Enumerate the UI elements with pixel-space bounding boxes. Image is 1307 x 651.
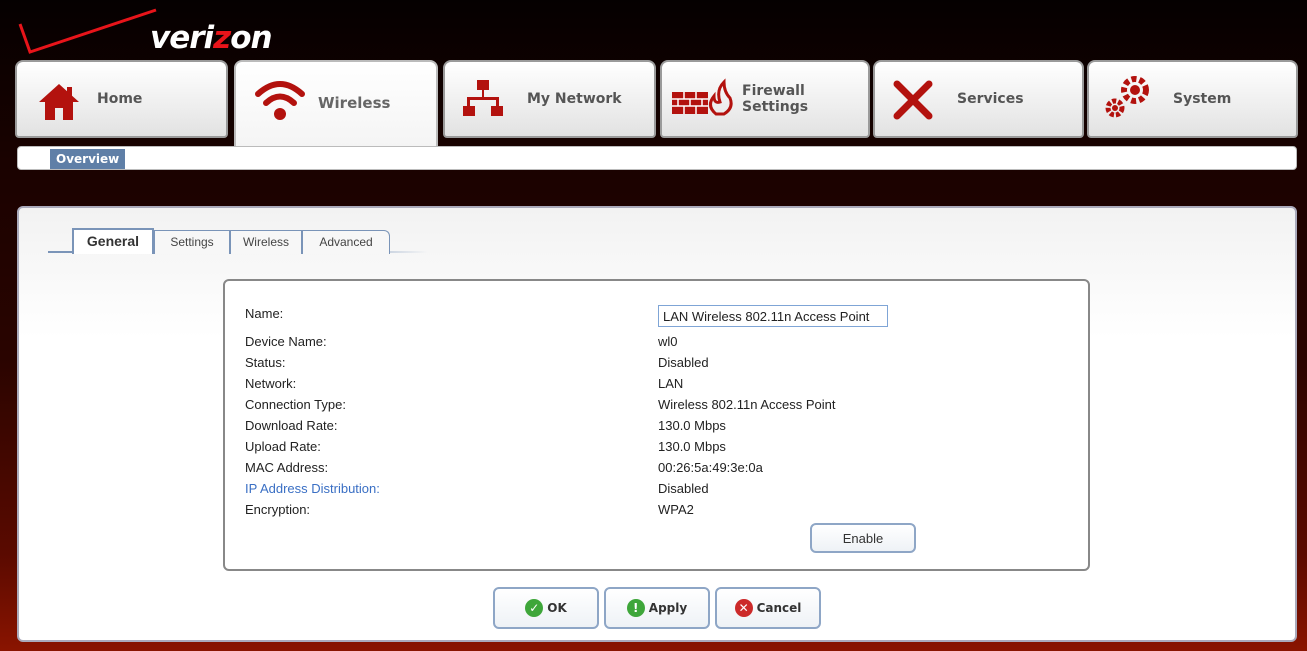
verizon-logo: verizon <box>18 8 278 58</box>
connection-type-value: Wireless 802.11n Access Point <box>658 397 836 412</box>
tab-services[interactable]: Services <box>873 60 1084 138</box>
device-name-value: wl0 <box>658 334 678 349</box>
status-value: Disabled <box>658 355 709 370</box>
device-info-box <box>223 279 1090 571</box>
subtab-wireless[interactable]: Wireless <box>230 230 302 254</box>
tools-icon <box>893 80 933 120</box>
tab-home-label: Home <box>97 91 143 107</box>
tab-system[interactable]: System <box>1087 60 1298 138</box>
name-label: Name: <box>245 306 284 321</box>
upload-rate-value: 130.0 Mbps <box>658 439 726 454</box>
status-label: Status: <box>245 355 286 370</box>
subtab-settings[interactable]: Settings <box>154 230 230 254</box>
encryption-label: Encryption: <box>245 502 311 517</box>
subtab-advanced[interactable]: Advanced <box>302 230 390 254</box>
apply-button[interactable]: ! Apply <box>604 587 710 629</box>
logo-text: verizon <box>150 20 273 56</box>
gears-icon <box>1105 76 1149 118</box>
network-label: Network: <box>245 376 297 391</box>
firewall-icon <box>672 78 733 116</box>
home-icon <box>39 84 79 120</box>
tab-system-label: System <box>1173 91 1232 107</box>
subtab-general[interactable]: General <box>72 228 154 254</box>
mac-address-value: 00:26:5a:49:3e:0a <box>658 460 763 475</box>
network-value: LAN <box>658 376 684 391</box>
tab-firewall-label: Firewall Settings <box>742 83 809 115</box>
download-rate-label: Download Rate: <box>245 418 338 433</box>
upload-rate-label: Upload Rate: <box>245 439 321 454</box>
tab-firewall-settings[interactable]: Firewall Settings <box>660 60 870 138</box>
network-icon <box>463 80 503 116</box>
mac-address-label: MAC Address: <box>245 460 329 475</box>
tab-wireless-label: Wireless <box>318 94 391 112</box>
tab-services-label: Services <box>957 91 1024 107</box>
apply-button-label: Apply <box>648 601 688 615</box>
ok-button-label: OK <box>547 601 567 615</box>
enable-button-label: Enable <box>842 530 884 546</box>
cancel-button[interactable]: ✕ Cancel <box>715 587 821 629</box>
check-icon: ✓ <box>525 599 544 617</box>
ip-address-distribution-link[interactable]: IP Address Distribution: <box>245 481 380 496</box>
subnav-bar: Overview <box>17 146 1297 170</box>
tab-my-network[interactable]: My Network <box>443 60 656 138</box>
cancel-icon: ✕ <box>734 599 753 617</box>
subnav-overview[interactable]: Overview <box>50 149 126 169</box>
encryption-value: WPA2 <box>658 502 694 517</box>
tab-my-network-label: My Network <box>527 91 622 107</box>
wifi-icon <box>255 81 305 120</box>
name-input[interactable] <box>658 305 888 327</box>
ip-address-distribution-value: Disabled <box>658 481 709 496</box>
connection-type-label: Connection Type: <box>245 397 346 412</box>
tab-home[interactable]: Home <box>15 60 228 138</box>
download-rate-value: 130.0 Mbps <box>658 418 726 433</box>
tab-wireless[interactable]: Wireless <box>234 60 438 148</box>
device-name-label: Device Name: <box>245 334 327 349</box>
enable-button[interactable]: Enable <box>810 523 916 553</box>
apply-icon: ! <box>626 599 645 617</box>
cancel-button-label: Cancel <box>756 601 802 615</box>
ok-button[interactable]: ✓ OK <box>493 587 599 629</box>
